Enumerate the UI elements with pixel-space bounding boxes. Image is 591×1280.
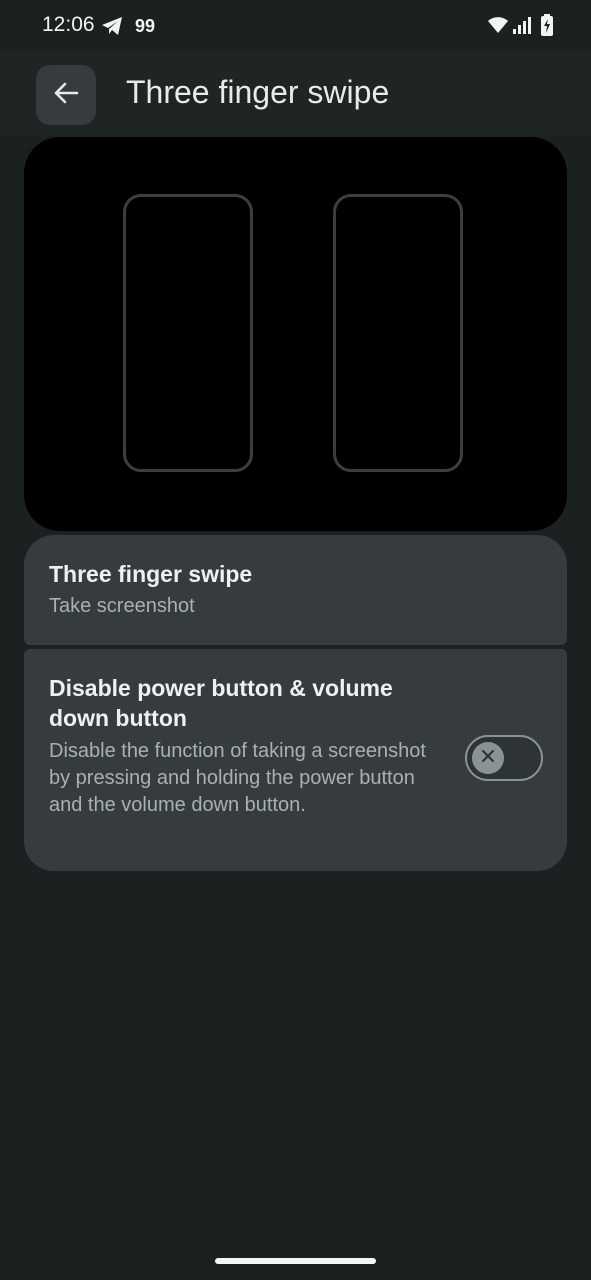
arrow-back-icon [53, 80, 79, 111]
battery-charging-icon [540, 14, 554, 37]
setting-summary: Take screenshot [49, 595, 195, 617]
three-finger-swipe-setting[interactable]: Three finger swipe Take screenshot [24, 535, 567, 645]
back-button[interactable] [36, 65, 96, 125]
setting-title: Disable power button & volume down butto… [49, 675, 393, 731]
toggle-thumb [472, 742, 504, 774]
page-title: Three finger swipe [126, 74, 390, 110]
status-time: 12:06 [42, 13, 95, 36]
app-bar: Three finger swipe [0, 52, 591, 136]
disable-power-volume-setting[interactable]: Disable power button & volume down butto… [24, 649, 567, 871]
home-indicator[interactable] [215, 1258, 376, 1264]
setting-summary: Disable the function of taking a screens… [49, 740, 426, 816]
status-bar: 12:06 99 [0, 0, 591, 52]
wifi-icon [486, 15, 510, 35]
notification-count: 99 [135, 16, 156, 36]
phone-outline-illustration [333, 194, 463, 472]
setting-title: Three finger swipe [49, 561, 253, 587]
gesture-preview [24, 137, 567, 531]
disable-power-volume-toggle[interactable] [465, 735, 543, 781]
phone-outline-illustration [123, 194, 253, 472]
telegram-icon [101, 16, 123, 36]
close-icon [480, 748, 496, 769]
signal-icon [512, 16, 532, 35]
